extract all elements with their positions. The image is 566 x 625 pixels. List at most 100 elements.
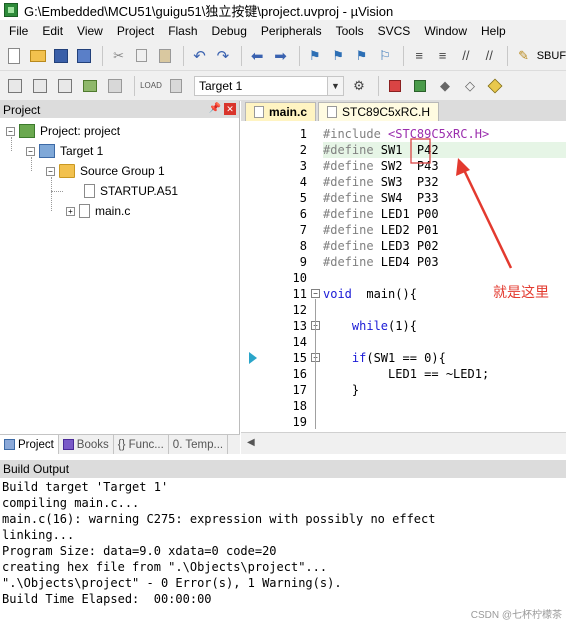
menu-debug[interactable]: Debug [205, 24, 254, 38]
menu-tools[interactable]: Tools [329, 24, 371, 38]
build-output-line: Build Time Elapsed: 00:00:00 [2, 592, 212, 606]
line-number: 9 [299, 255, 307, 269]
tree-node-source-group-label: Source Group 1 [80, 164, 165, 178]
manage-components-icon[interactable] [384, 75, 406, 97]
redo-icon[interactable]: ↷ [213, 45, 233, 67]
tree-node-target[interactable]: − Target 1 [26, 141, 103, 161]
menu-view[interactable]: View [70, 24, 110, 38]
menu-flash[interactable]: Flash [161, 24, 204, 38]
tab-functions[interactable]: {} Func... [114, 435, 169, 454]
next-bookmark-icon[interactable]: ⚑ [351, 45, 371, 67]
collapse-icon[interactable]: − [46, 166, 55, 176]
batch-build-icon[interactable] [79, 75, 101, 97]
menu-file[interactable]: File [2, 24, 35, 38]
tab-stc-header[interactable]: STC89C5xRC.H [318, 102, 440, 121]
menu-bar: File Edit View Project Flash Debug Perip… [0, 20, 566, 41]
menu-window[interactable]: Window [417, 24, 474, 38]
collapse-icon[interactable]: − [26, 146, 35, 156]
manage-project-items-icon[interactable] [409, 75, 431, 97]
select-packs-icon[interactable]: ◆ [434, 75, 456, 97]
expand-icon[interactable]: + [66, 206, 75, 216]
copy-icon[interactable] [132, 45, 152, 67]
menu-project[interactable]: Project [110, 24, 161, 38]
target-dropdown[interactable]: Target 1 ▼ [194, 75, 344, 96]
unindent-icon[interactable]: ≡ [432, 45, 452, 67]
project-panel-header: Project 📌 ✕ [0, 101, 239, 118]
paste-icon[interactable] [155, 45, 175, 67]
translate-icon[interactable] [4, 75, 26, 97]
code-line: #include <STC89C5xRC.H> [323, 127, 490, 141]
target-selector[interactable]: Target 1 ▼ [194, 75, 344, 96]
line-number: 10 [292, 271, 307, 285]
code-line: if(SW1 == 0){ [351, 351, 446, 365]
toolbar-separator [134, 75, 135, 96]
pin-icon[interactable]: 📌 [209, 103, 221, 114]
sbuf-label[interactable]: SBUF [537, 50, 566, 62]
find-in-files-icon[interactable]: ✎ [513, 45, 533, 67]
scroll-left-icon[interactable]: ◀ [247, 437, 255, 448]
clear-bookmarks-icon[interactable]: ⚐ [375, 45, 395, 67]
menu-peripherals[interactable]: Peripherals [254, 24, 329, 38]
tab-project[interactable]: Project [0, 435, 59, 454]
collapse-icon[interactable]: − [6, 126, 15, 136]
stop-build-icon[interactable] [104, 75, 126, 97]
save-all-icon[interactable] [74, 45, 94, 67]
rebuild-icon[interactable] [54, 75, 76, 97]
line-number: 13 [292, 319, 307, 333]
tab-main-c-label: main.c [269, 105, 308, 119]
tab-books-label: Books [76, 438, 109, 451]
uncomment-icon[interactable]: // [479, 45, 499, 67]
file-icon [84, 184, 95, 198]
tab-templates[interactable]: 0. Temp... [169, 435, 229, 454]
tree-node-startup-file[interactable]: STARTUP.A51 [84, 181, 178, 201]
build-output-panel[interactable]: Build target 'Target 1' compiling main.c… [0, 479, 566, 625]
nav-back-icon[interactable]: ⬅ [247, 45, 267, 67]
horizontal-scrollbar[interactable]: ◀ [241, 432, 566, 454]
tree-node-main-label: main.c [95, 204, 131, 218]
menu-edit[interactable]: Edit [35, 24, 70, 38]
tree-node-source-group[interactable]: − Source Group 1 [46, 161, 165, 181]
line-number: 19 [292, 415, 307, 429]
line-number: 8 [299, 239, 307, 253]
nav-forward-icon[interactable]: ➡ [270, 45, 290, 67]
comment-icon[interactable]: // [456, 45, 476, 67]
build-output-line: ".\Objects\project" - 0 Error(s), 1 Warn… [2, 576, 342, 590]
code-area[interactable]: #include <STC89C5xRC.H> #define SW1 P42 #d… [323, 121, 566, 432]
code-line: #define SW1 P42 [323, 143, 439, 157]
pack-installer-icon[interactable]: ◇ [459, 75, 481, 97]
close-icon[interactable]: ✕ [224, 103, 236, 115]
save-icon[interactable] [51, 45, 71, 67]
fold-collapse-icon[interactable]: − [311, 289, 320, 298]
menu-svcs[interactable]: SVCS [371, 24, 418, 38]
undo-icon[interactable]: ↶ [189, 45, 209, 67]
tree-node-target-label: Target 1 [60, 144, 104, 158]
code-editor: main.c STC89C5xRC.H 1 2 3 4 5 6 7 8 9 10 11 12 13 14 1… [241, 101, 566, 454]
tab-stc-header-label: STC89C5xRC.H [342, 105, 431, 119]
toolbar-separator [298, 45, 300, 66]
tab-books[interactable]: Books [59, 435, 114, 454]
tab-templates-label: 0. Temp... [172, 438, 224, 451]
new-file-icon[interactable] [4, 45, 24, 67]
project-panel: Project 📌 ✕ − Project: project − Target … [0, 101, 240, 454]
menu-help[interactable]: Help [474, 24, 513, 38]
bookmark-icon[interactable]: ⚑ [305, 45, 325, 67]
line-number: 4 [299, 175, 307, 189]
target-options-icon[interactable]: ⚙ [348, 75, 370, 97]
fold-guide [315, 299, 316, 429]
line-number: 7 [299, 223, 307, 237]
cut-icon[interactable]: ✂ [108, 45, 128, 67]
rte-icon[interactable] [484, 75, 506, 97]
build-icon[interactable] [29, 75, 51, 97]
chevron-down-icon[interactable]: ▼ [327, 76, 343, 95]
erase-icon[interactable] [165, 75, 187, 97]
prev-bookmark-icon[interactable]: ⚑ [328, 45, 348, 67]
tree-node-main-file[interactable]: + main.c [66, 201, 130, 221]
code-line: #define LED3 P02 [323, 239, 439, 253]
tab-main-c[interactable]: main.c [245, 102, 317, 121]
open-folder-icon[interactable] [27, 45, 47, 67]
code-line: while(1){ [351, 319, 417, 333]
project-tab-icon [4, 439, 15, 450]
indent-icon[interactable]: ≡ [409, 45, 429, 67]
download-icon[interactable]: LOAD [140, 75, 162, 97]
tree-node-project[interactable]: − Project: project [6, 121, 120, 141]
